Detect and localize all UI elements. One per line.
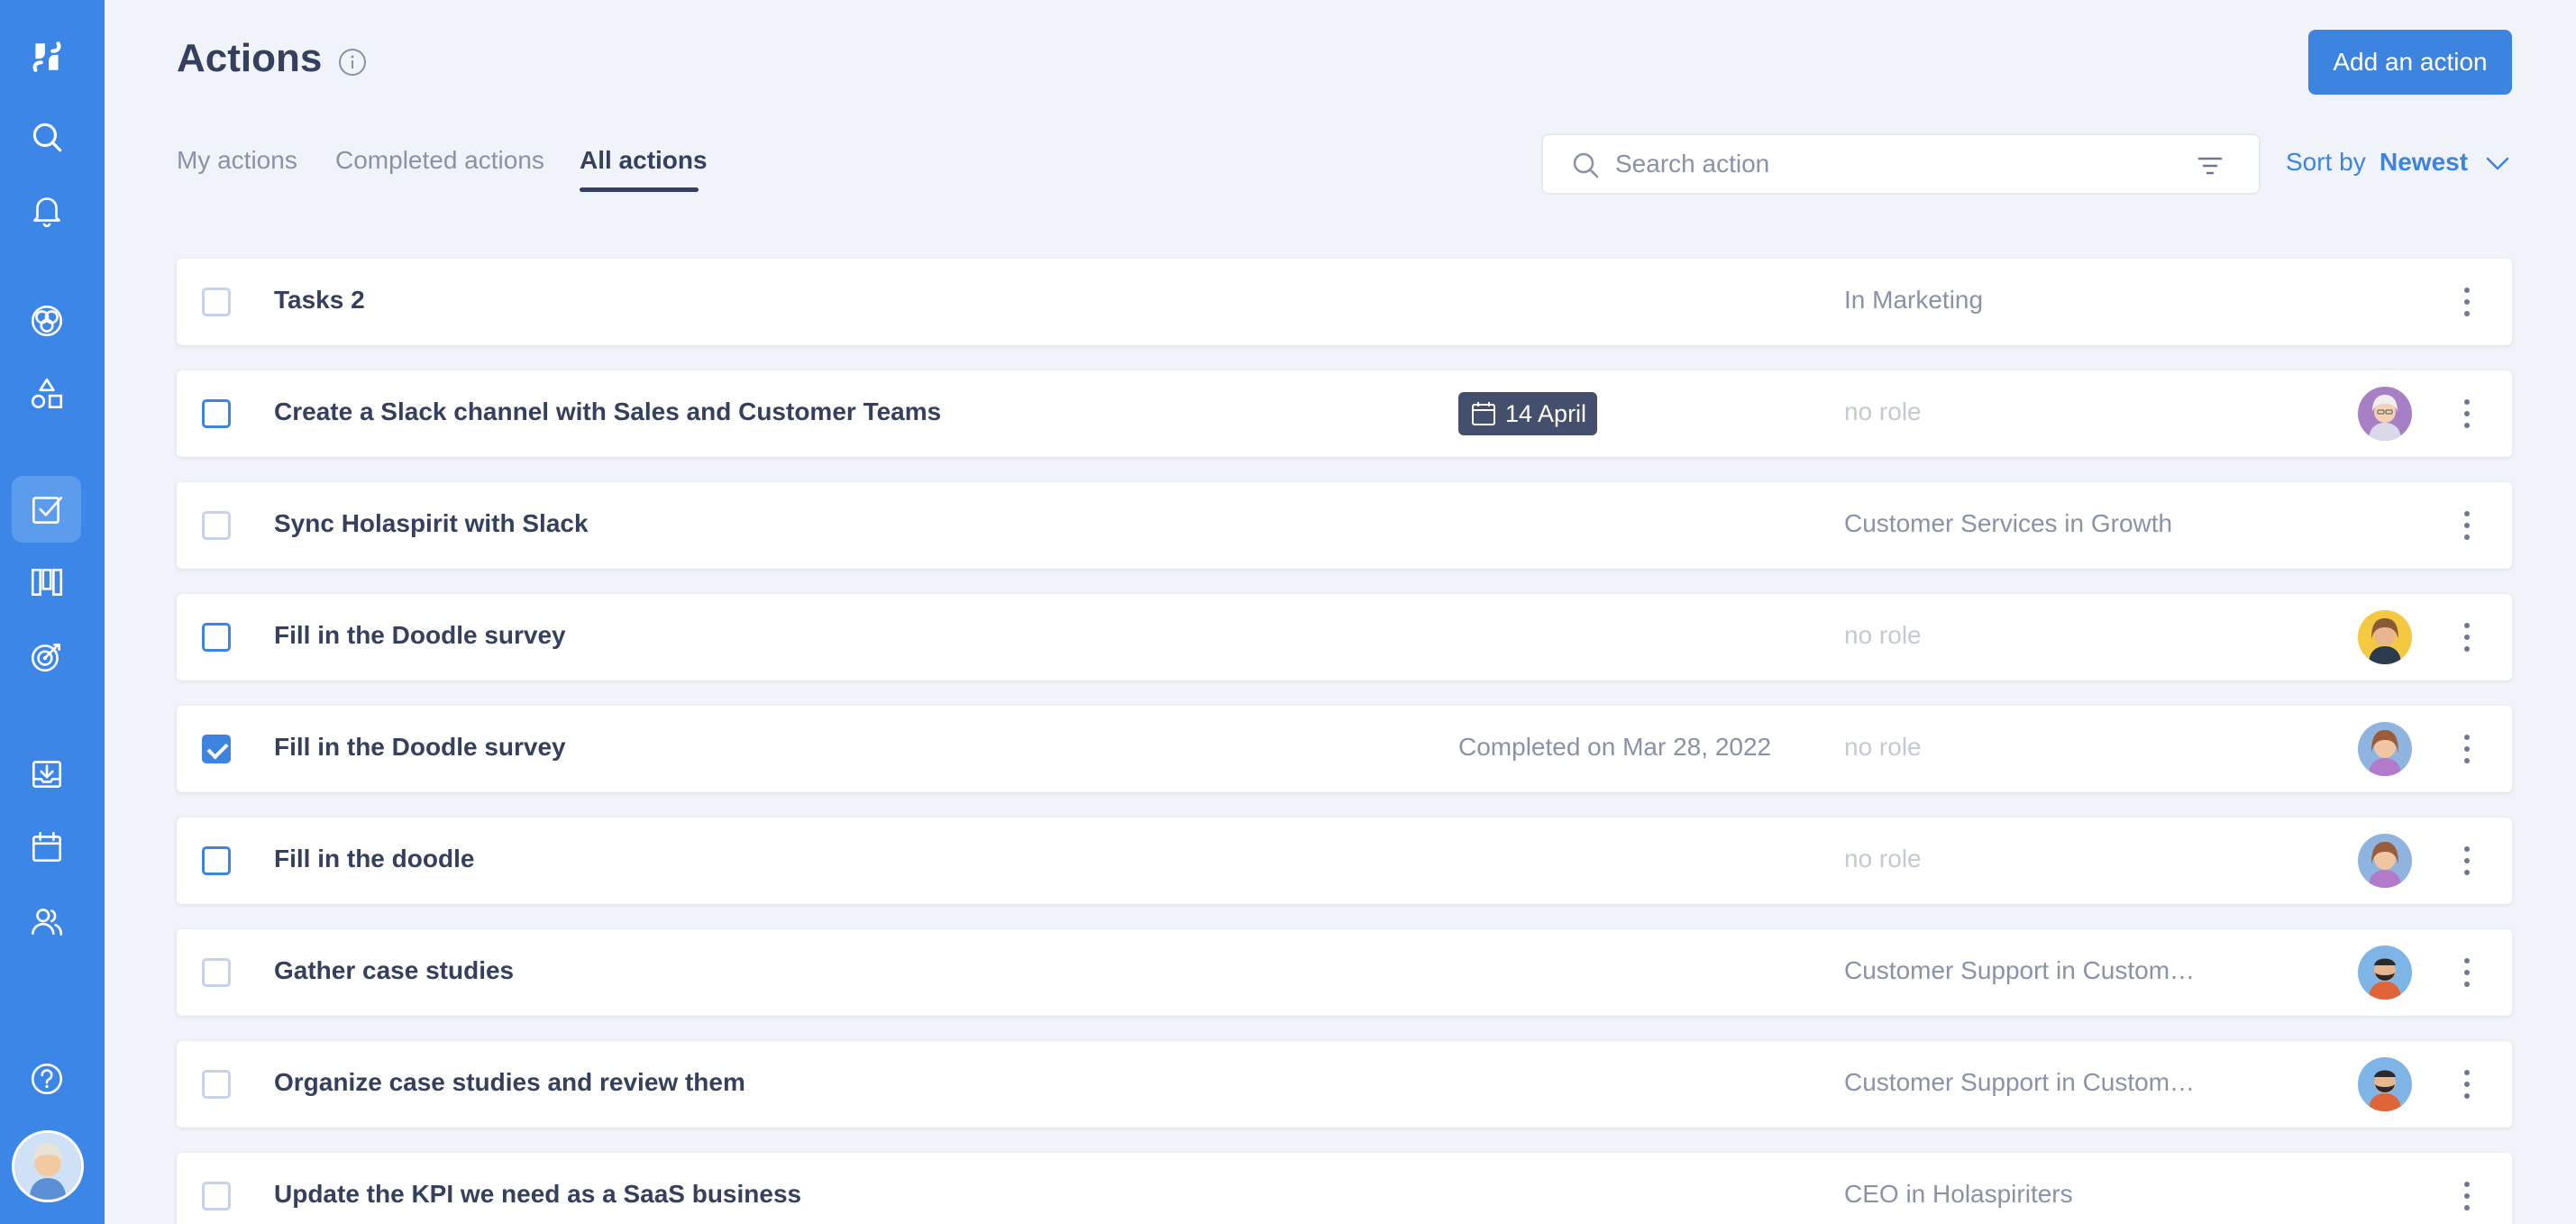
due-date-badge[interactable]: 14 April: [1458, 392, 1598, 435]
assignee-avatar[interactable]: [2358, 945, 2412, 1000]
action-checkbox[interactable]: [202, 1182, 231, 1210]
completed-date: Completed on Mar 28, 2022: [1458, 733, 1772, 761]
action-title[interactable]: Fill in the Doodle survey: [274, 621, 566, 650]
chevron-down-icon[interactable]: [2484, 151, 2511, 175]
action-title[interactable]: Create a Slack channel with Sales and Cu…: [274, 397, 941, 426]
search-input[interactable]: [1615, 135, 2156, 193]
action-title[interactable]: Update the KPI we need as a SaaS busines…: [274, 1180, 801, 1209]
sort-dropdown[interactable]: Newest: [2380, 148, 2468, 177]
action-checkbox[interactable]: [202, 288, 231, 316]
assignee-avatar[interactable]: [2358, 834, 2412, 888]
sidebar: [0, 0, 105, 1224]
action-role: no role: [1844, 621, 1922, 649]
circles-icon[interactable]: [24, 298, 69, 343]
action-checkbox[interactable]: [202, 958, 231, 987]
calendar-icon[interactable]: [24, 825, 69, 870]
action-row[interactable]: Tasks 2 In Marketing: [177, 259, 2512, 345]
action-role: Customer Services in Growth: [1844, 509, 2173, 537]
tab-all-actions[interactable]: All actions: [580, 146, 708, 175]
action-role: CEO in Holaspiriters: [1844, 1180, 2073, 1208]
action-row[interactable]: Organize case studies and review them Cu…: [177, 1041, 2512, 1128]
action-role: no role: [1844, 733, 1922, 761]
more-options-icon[interactable]: [2457, 1178, 2477, 1214]
active-tab-indicator: [580, 187, 699, 192]
action-title[interactable]: Gather case studies: [274, 956, 514, 985]
info-icon[interactable]: [337, 47, 368, 78]
assignee-avatar[interactable]: [2358, 1057, 2412, 1111]
assignee-avatar[interactable]: [2358, 722, 2412, 776]
user-avatar[interactable]: [12, 1130, 84, 1202]
action-title[interactable]: Fill in the doodle: [274, 845, 474, 873]
search-box: [1541, 133, 2261, 195]
action-row[interactable]: Fill in the Doodle survey no role: [177, 594, 2512, 681]
calendar-icon: [1472, 402, 1495, 425]
action-row[interactable]: Gather case studies Customer Support in …: [177, 929, 2512, 1016]
filter-icon[interactable]: [2196, 151, 2224, 180]
more-options-icon[interactable]: [2457, 507, 2477, 543]
action-checkbox[interactable]: [202, 735, 231, 763]
action-row[interactable]: Update the KPI we need as a SaaS busines…: [177, 1153, 2512, 1224]
checkbox-actions-icon[interactable]: [24, 487, 69, 532]
action-role: In Marketing: [1844, 286, 1984, 314]
sort-label: Sort by: [2286, 148, 2366, 176]
more-options-icon[interactable]: [2457, 1066, 2477, 1102]
search-icon: [1573, 152, 1599, 178]
action-checkbox[interactable]: [202, 399, 231, 428]
tab-completed-actions[interactable]: Completed actions: [335, 146, 544, 175]
add-action-button[interactable]: Add an action: [2308, 30, 2512, 95]
action-row[interactable]: Fill in the Doodle survey Completed on M…: [177, 706, 2512, 792]
target-icon[interactable]: [24, 634, 69, 679]
action-checkbox[interactable]: [202, 846, 231, 875]
action-row[interactable]: Create a Slack channel with Sales and Cu…: [177, 370, 2512, 457]
board-columns-icon[interactable]: [24, 560, 69, 605]
more-options-icon[interactable]: [2457, 843, 2477, 879]
action-title[interactable]: Sync Holaspirit with Slack: [274, 509, 589, 538]
more-options-icon[interactable]: [2457, 284, 2477, 320]
help-icon[interactable]: [24, 1056, 69, 1101]
action-role: Customer Support in Custom…: [1844, 956, 2196, 984]
tab-my-actions[interactable]: My actions: [177, 146, 297, 175]
action-role: no role: [1844, 397, 1922, 425]
more-options-icon[interactable]: [2457, 619, 2477, 655]
search-icon[interactable]: [24, 114, 69, 160]
more-options-icon[interactable]: [2457, 955, 2477, 991]
action-role: Customer Support in Custom…: [1844, 1068, 2196, 1096]
assignee-avatar[interactable]: [2358, 387, 2412, 441]
action-row[interactable]: Sync Holaspirit with Slack Customer Serv…: [177, 482, 2512, 569]
people-icon[interactable]: [24, 899, 69, 944]
action-title[interactable]: Fill in the Doodle survey: [274, 733, 566, 762]
roles-shapes-icon[interactable]: [24, 371, 69, 416]
inbox-download-icon[interactable]: [24, 751, 69, 796]
action-title[interactable]: Tasks 2: [274, 286, 365, 315]
action-checkbox[interactable]: [202, 511, 231, 540]
due-date-text: 14 April: [1505, 400, 1587, 427]
holaspirit-logo-icon[interactable]: [24, 34, 69, 79]
more-options-icon[interactable]: [2457, 396, 2477, 432]
bell-icon[interactable]: [24, 187, 69, 233]
action-row[interactable]: Fill in the doodle no role: [177, 818, 2512, 904]
action-checkbox[interactable]: [202, 623, 231, 652]
action-role: no role: [1844, 845, 1922, 872]
action-title[interactable]: Organize case studies and review them: [274, 1068, 745, 1097]
page-title: Actions: [177, 36, 323, 80]
action-checkbox[interactable]: [202, 1070, 231, 1099]
more-options-icon[interactable]: [2457, 731, 2477, 767]
assignee-avatar[interactable]: [2358, 610, 2412, 664]
